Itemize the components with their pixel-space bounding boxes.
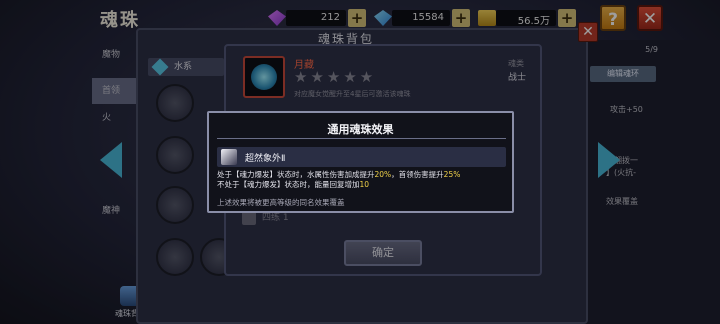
popup-divider — [217, 138, 506, 139]
effect-description: 处于【魂力爆发】状态时，水属性伤害加成提升20%，首领伤害提升25% 不处于【魂… — [217, 170, 506, 190]
character-avatar — [221, 149, 237, 165]
effect-line2-part1: 不处于【魂力爆发】状态时，能量回复增加 — [217, 180, 360, 189]
effect-boss-bonus: 25% — [443, 170, 461, 179]
popup-title: 通用魂珠效果 — [327, 123, 394, 136]
effect-row: 超然象外Ⅱ — [217, 147, 506, 167]
effect-energy-bonus: 10 — [359, 180, 370, 189]
effect-line1-part1: 处于【魂力爆发】状态时，水属性伤害加成提升 — [217, 170, 375, 179]
soul-effect-popup: 通用魂珠效果 超然象外Ⅱ 处于【魂力爆发】状态时，水属性伤害加成提升20%，首领… — [207, 111, 514, 213]
effect-note: 上述效果将被更高等级的同名效果覆盖 — [217, 198, 345, 207]
effect-water-bonus: 20% — [374, 170, 392, 179]
effect-name: 超然象外Ⅱ — [245, 154, 286, 164]
effect-line1-part2: ，首领伤害提升 — [391, 170, 444, 179]
